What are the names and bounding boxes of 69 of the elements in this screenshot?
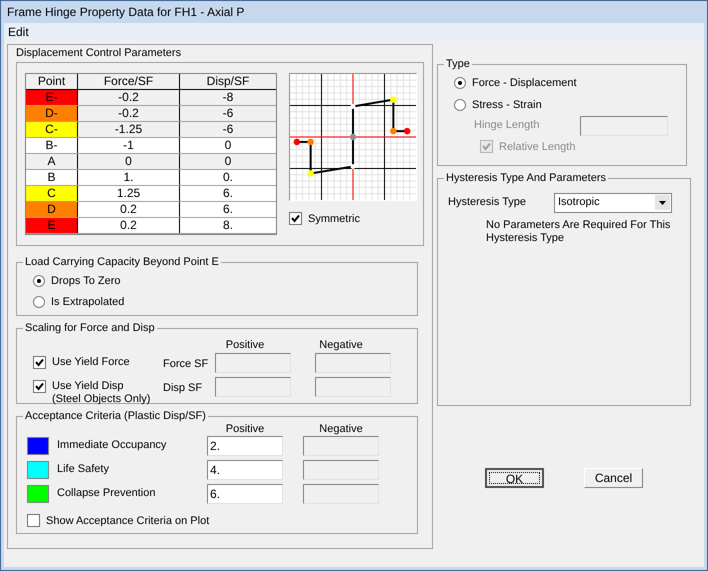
checkbox-label: Relative Length — [499, 140, 576, 154]
criteria-label: Collapse Prevention — [56, 486, 156, 502]
dialog-button[interactable]: OK — [485, 468, 544, 488]
menu-item[interactable]: Edit — [8, 22, 29, 40]
field-label: Hysteresis Type — [448, 195, 528, 210]
group-title: Displacement Control Parameters — [15, 46, 182, 61]
group-title: Acceptance Criteria (Plastic Disp/SF) — [24, 409, 207, 424]
radio-label: Stress - Strain — [472, 98, 542, 113]
check-icon — [482, 142, 491, 152]
input-field[interactable]: 2. — [207, 436, 283, 456]
group-title: Hysteresis Type And Parameters — [445, 171, 607, 186]
group-title: Load Carrying Capacity Beyond Point E — [24, 255, 220, 270]
radio-button[interactable] — [33, 274, 45, 287]
point-cell: E — [26, 218, 78, 232]
column-header: Negative — [318, 338, 364, 350]
checkbox-label: Symmetric — [308, 212, 360, 226]
column-header: Disp/SF — [206, 74, 250, 88]
color-swatch[interactable] — [27, 436, 49, 454]
table-cell: 0 — [78, 154, 180, 168]
dialog-button[interactable]: Cancel — [584, 468, 643, 488]
point-cell: C — [26, 186, 78, 200]
group-title: Scaling for Force and Disp — [24, 321, 156, 336]
table-cell: -8 — [180, 90, 276, 104]
radio-label: Force - Displacement — [472, 76, 577, 90]
table-cell: 0 — [180, 154, 276, 168]
check-icon — [35, 358, 44, 366]
info-message: No Parameters Are Required For This Hysteresis Type — [485, 218, 672, 244]
radio-label: Drops To Zero — [51, 274, 120, 288]
table-cell: -0.2 — [78, 90, 180, 104]
point-cell: D — [26, 202, 78, 216]
point-cell: A — [26, 154, 78, 168]
checkbox[interactable] — [289, 212, 302, 226]
table-cell: -6 — [180, 122, 276, 136]
checkbox[interactable] — [33, 356, 46, 368]
input-field[interactable]: 6. — [207, 484, 283, 504]
criteria-label: Immediate Occupancy — [56, 438, 168, 454]
column-header: Point — [26, 74, 78, 88]
column-header: Positive — [224, 422, 266, 434]
column-header: Force/SF — [78, 74, 180, 88]
radio-button[interactable] — [33, 296, 45, 308]
checkbox-label: Show Acceptance Criteria on Plot — [46, 514, 210, 528]
check-icon — [291, 214, 300, 224]
table-cell: -6 — [180, 106, 276, 120]
column-header: Positive — [224, 338, 266, 350]
point-cell: C- — [26, 122, 78, 136]
group-title: Type — [445, 57, 471, 72]
table-cell: -1.25 — [78, 122, 180, 136]
table-cell: -0.2 — [78, 106, 180, 120]
point-cell: E- — [26, 90, 78, 104]
point-cell: D- — [26, 106, 78, 120]
column-header: Negative — [318, 422, 364, 434]
checkbox[interactable] — [33, 380, 46, 392]
field-label: Disp SF — [163, 380, 204, 396]
field-label: Hinge Length — [474, 118, 540, 134]
check-icon — [35, 382, 44, 390]
radio-button[interactable] — [454, 76, 466, 89]
checkbox-note: (Steel Objects Only) — [52, 392, 150, 406]
checkbox[interactable] — [27, 514, 40, 528]
radio-label: Is Extrapolated — [51, 295, 124, 310]
radio-button[interactable] — [454, 99, 466, 112]
color-swatch[interactable] — [27, 484, 49, 502]
criteria-label: Life Safety — [56, 462, 110, 478]
input-field[interactable]: 4. — [207, 460, 283, 480]
checkbox-label: Use Yield Force — [52, 356, 130, 368]
hysteresis-dropdown[interactable]: Isotropic — [554, 192, 672, 212]
field-label: Force SF — [163, 356, 209, 372]
window-title: Frame Hinge Property Data for FH1 - Axial P — [7, 4, 244, 21]
checkbox-label: Use Yield Disp — [52, 380, 125, 392]
color-swatch[interactable] — [27, 460, 49, 478]
